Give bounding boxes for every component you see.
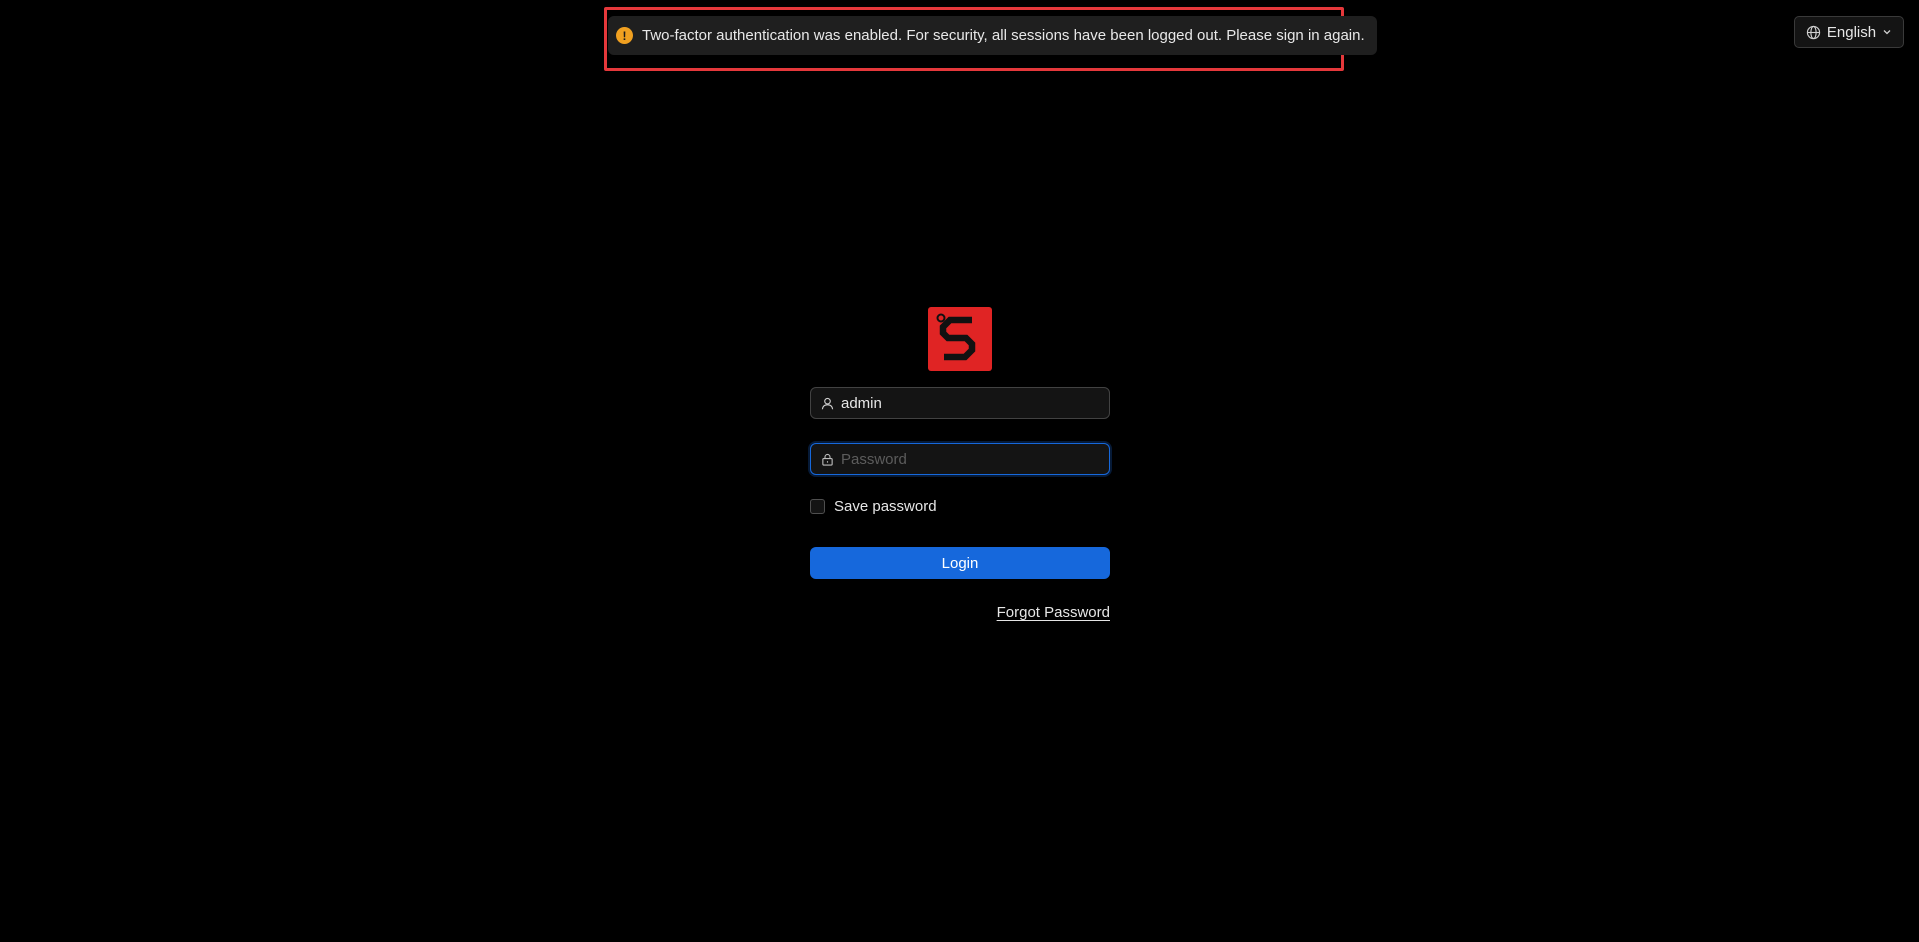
username-field[interactable] (810, 387, 1110, 419)
save-password-row[interactable]: Save password (810, 498, 937, 515)
login-button[interactable]: Login (810, 547, 1110, 579)
password-field[interactable] (810, 443, 1110, 475)
app-logo (928, 307, 992, 371)
lock-icon (821, 453, 834, 466)
forgot-password-link[interactable]: Forgot Password (997, 604, 1110, 621)
save-password-checkbox[interactable] (810, 499, 825, 514)
login-page: ! Two-factor authentication was enabled.… (0, 0, 1919, 942)
language-label: English (1826, 23, 1877, 41)
user-icon (821, 397, 834, 410)
notification-toast: ! Two-factor authentication was enabled.… (608, 16, 1377, 55)
password-input[interactable] (841, 444, 1099, 474)
language-selector[interactable]: English (1794, 16, 1904, 48)
save-password-label[interactable]: Save password (834, 498, 937, 515)
username-input[interactable] (841, 388, 1099, 418)
notification-message: Two-factor authentication was enabled. F… (642, 27, 1365, 44)
chevron-down-icon (1882, 27, 1892, 37)
warning-icon: ! (616, 27, 633, 44)
globe-icon (1806, 25, 1821, 40)
